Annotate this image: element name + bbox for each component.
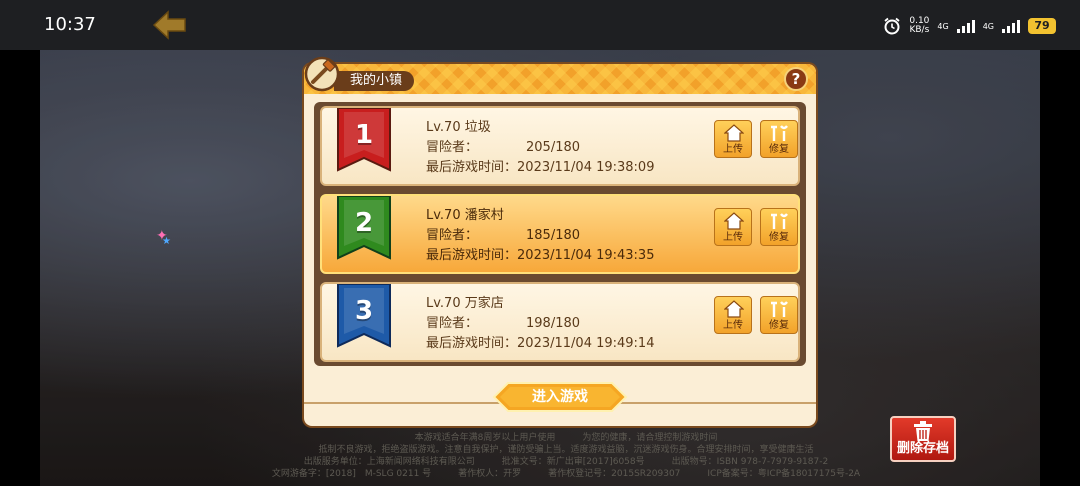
slot-info: Lv.70 垃圾 冒险者： 205/180 最后游戏时间： 2023/11/04 1…	[426, 118, 654, 178]
save-slot-3[interactable]: 3 Lv.70 万家店 冒险者： 198/180 最后游戏时间： 2023/11/0…	[320, 282, 800, 362]
adventurer-label: 冒险者	[426, 140, 466, 155]
slot-town-name: 潘家村	[464, 208, 504, 223]
slot-info: Lv.70 潘家村 冒险者： 185/180 最后游戏时间： 2023/11/04 …	[426, 206, 654, 266]
slot-town-name: 万家店	[464, 296, 504, 311]
clock: 10:37	[44, 14, 96, 35]
footer-line: 文网游备字：[2018] M-SLG 0211 号 著作权人：开罗 著作权登记号…	[271, 469, 861, 479]
slot-number-ribbon: 1	[336, 107, 392, 174]
last-played-time: 2023/11/04 19:43:35	[517, 248, 655, 263]
net-speed: 0.10 KB/s	[909, 16, 930, 35]
signal-type-2: 4G	[982, 21, 994, 31]
slot-number-ribbon: 2	[336, 195, 392, 262]
upload-button[interactable]: 上传	[714, 208, 752, 246]
repair-button[interactable]: 修复	[760, 208, 798, 246]
enter-game-button[interactable]: 进入游戏	[492, 382, 628, 412]
adventurer-count: 198/180	[526, 316, 581, 331]
slot-number-ribbon: 3	[336, 283, 392, 350]
slot-town-name: 垃圾	[464, 120, 491, 135]
help-button[interactable]: ?	[784, 67, 808, 91]
signal-type-1: 4G	[937, 21, 949, 31]
last-played-time: 2023/11/04 19:49:14	[517, 336, 655, 351]
legal-footer: 本游戏适合年满8周岁以上用户使用 为您的健康，请合理控制游戏时间 抵制不良游戏，…	[256, 432, 876, 480]
status-icons: 0.10 KB/s 4G 4G 79	[883, 14, 1056, 38]
repair-button[interactable]: 修复	[760, 296, 798, 334]
footer-line: 出版服务单位：上海新闻网络科技有限公司 批准文号：新广出审[2017]6058号…	[303, 457, 829, 467]
save-select-panel: 我的小镇 ? 1 Lv.70 垃圾 冒险者： 205/180 最后游戏时间： 202…	[304, 56, 816, 426]
panel-header: 我的小镇 ?	[304, 56, 816, 94]
back-arrow-button[interactable]	[152, 9, 188, 41]
adventurer-label: 冒险者	[426, 316, 466, 331]
upload-button[interactable]: 上传	[714, 296, 752, 334]
star-icon: ★	[162, 236, 171, 247]
slot-info: Lv.70 万家店 冒险者： 198/180 最后游戏时间： 2023/11/04 …	[426, 294, 654, 354]
panel-title: 我的小镇	[334, 71, 415, 91]
save-slot-1[interactable]: 1 Lv.70 垃圾 冒险者： 205/180 最后游戏时间： 2023/11/04…	[320, 106, 800, 186]
save-slot-2[interactable]: 2 Lv.70 潘家村 冒险者： 185/180 最后游戏时间： 2023/11/0…	[320, 194, 800, 274]
adventurer-label: 冒险者	[426, 228, 466, 243]
adventurer-count: 185/180	[526, 228, 581, 243]
signal-bars-icon	[956, 19, 975, 33]
slot-level: Lv.70	[426, 296, 461, 311]
footer-line: 本游戏适合年满8周岁以上用户使用 为您的健康，请合理控制游戏时间	[414, 433, 718, 443]
last-played-label: 最后游戏时间	[426, 336, 505, 351]
last-played-label: 最后游戏时间	[426, 160, 505, 175]
battery-indicator: 79	[1028, 18, 1056, 34]
signal-bars-icon	[1002, 19, 1020, 33]
last-played-time: 2023/11/04 19:38:09	[517, 160, 655, 175]
footer-line: 抵制不良游戏，拒绝盗版游戏。注意自我保护，谨防受骗上当。适度游戏益脑，沉迷游戏伤…	[318, 445, 814, 455]
last-played-label: 最后游戏时间	[426, 248, 505, 263]
status-bar: 10:37 0.10 KB/s 4G 4G 79	[0, 0, 1080, 50]
save-slot-list: 1 Lv.70 垃圾 冒险者： 205/180 最后游戏时间： 2023/11/04…	[314, 102, 806, 366]
back-arrow-icon	[152, 10, 186, 40]
slot-level: Lv.70	[426, 120, 461, 135]
upload-button[interactable]: 上传	[714, 120, 752, 158]
delete-save-button[interactable]: 删除存档	[890, 416, 956, 462]
adventurer-count: 205/180	[526, 140, 581, 155]
hammer-emblem-icon	[304, 56, 340, 92]
alarm-icon	[884, 17, 900, 35]
repair-button[interactable]: 修复	[760, 120, 798, 158]
slot-level: Lv.70	[426, 208, 461, 223]
